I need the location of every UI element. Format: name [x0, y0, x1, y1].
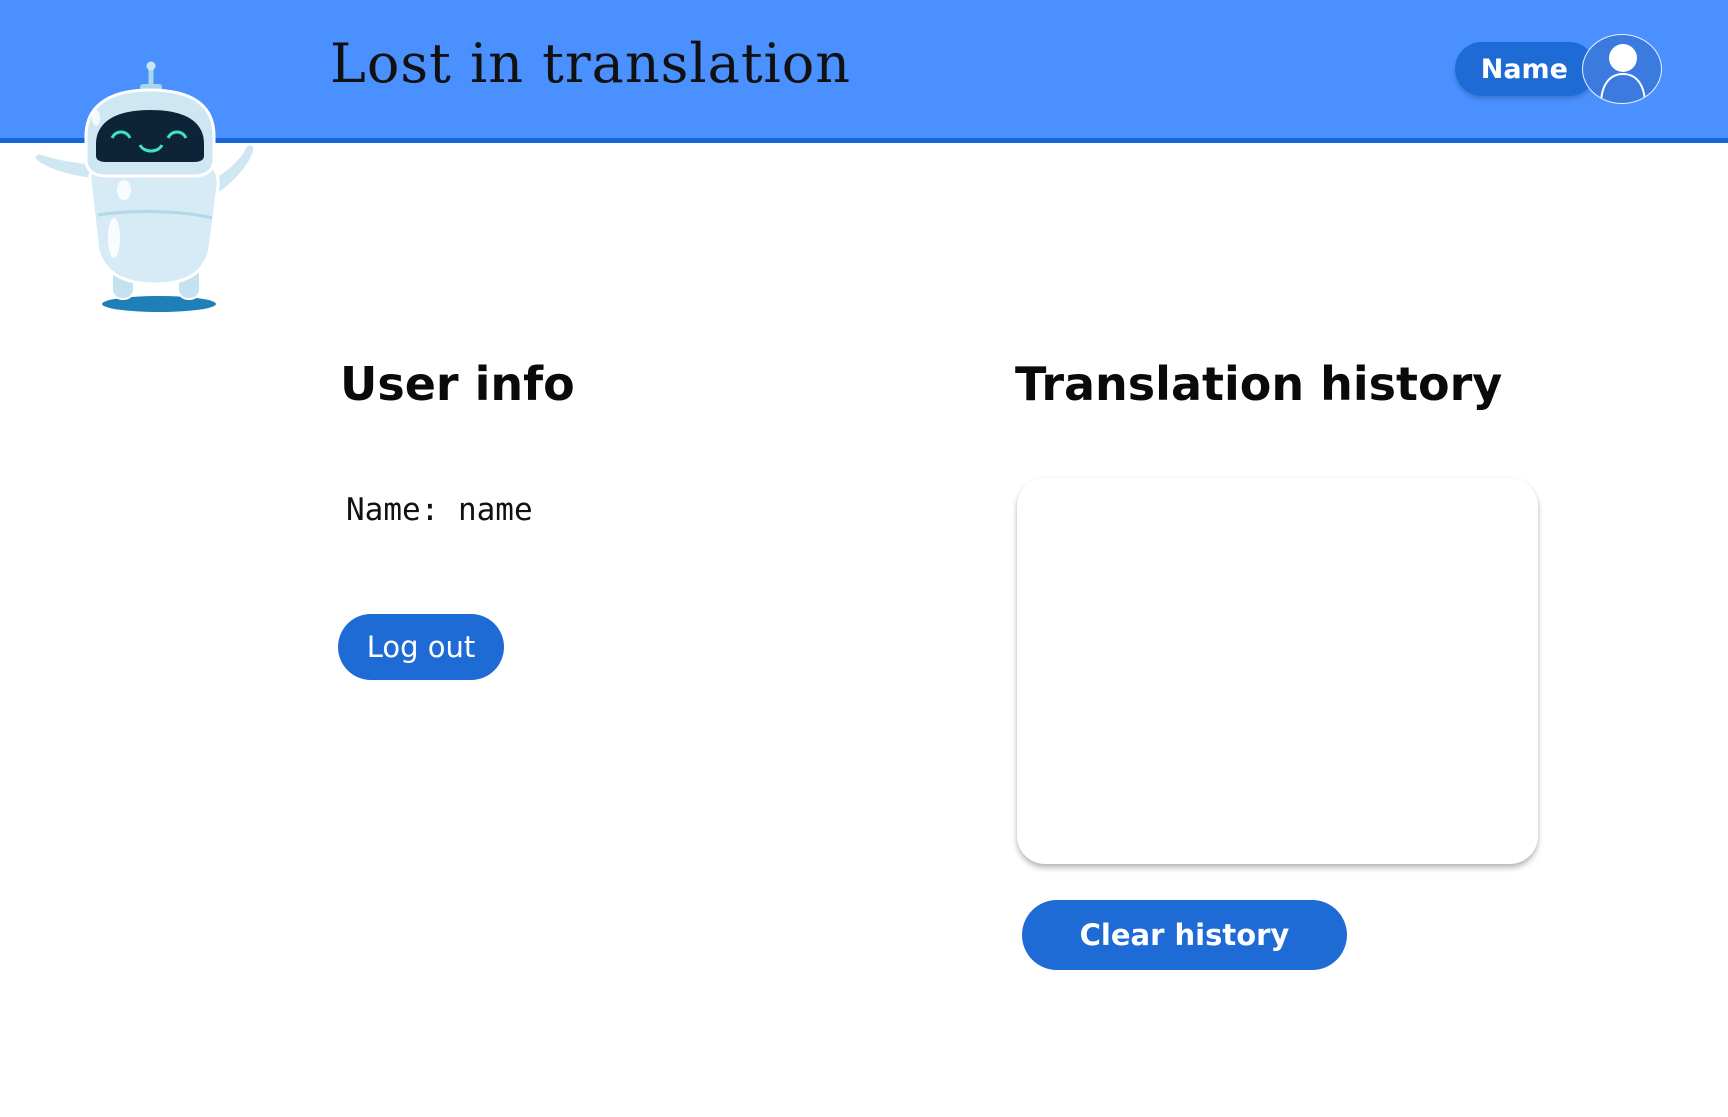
avatar-silhouette-icon — [1600, 44, 1646, 103]
translation-history-list[interactable] — [1017, 478, 1538, 864]
translation-history-heading: Translation history — [1015, 357, 1503, 411]
clear-history-button[interactable]: Clear history — [1022, 900, 1347, 970]
user-name-text: Name: name — [346, 492, 533, 528]
user-avatar-icon[interactable] — [1582, 34, 1662, 104]
robot-mascot-icon — [33, 61, 256, 312]
app-title: Lost in translation — [330, 32, 852, 95]
logout-button[interactable]: Log out — [338, 614, 504, 680]
user-info-heading: User info — [340, 357, 575, 411]
user-chip[interactable]: Name — [1454, 34, 1662, 104]
user-name-button[interactable]: Name — [1454, 42, 1596, 96]
